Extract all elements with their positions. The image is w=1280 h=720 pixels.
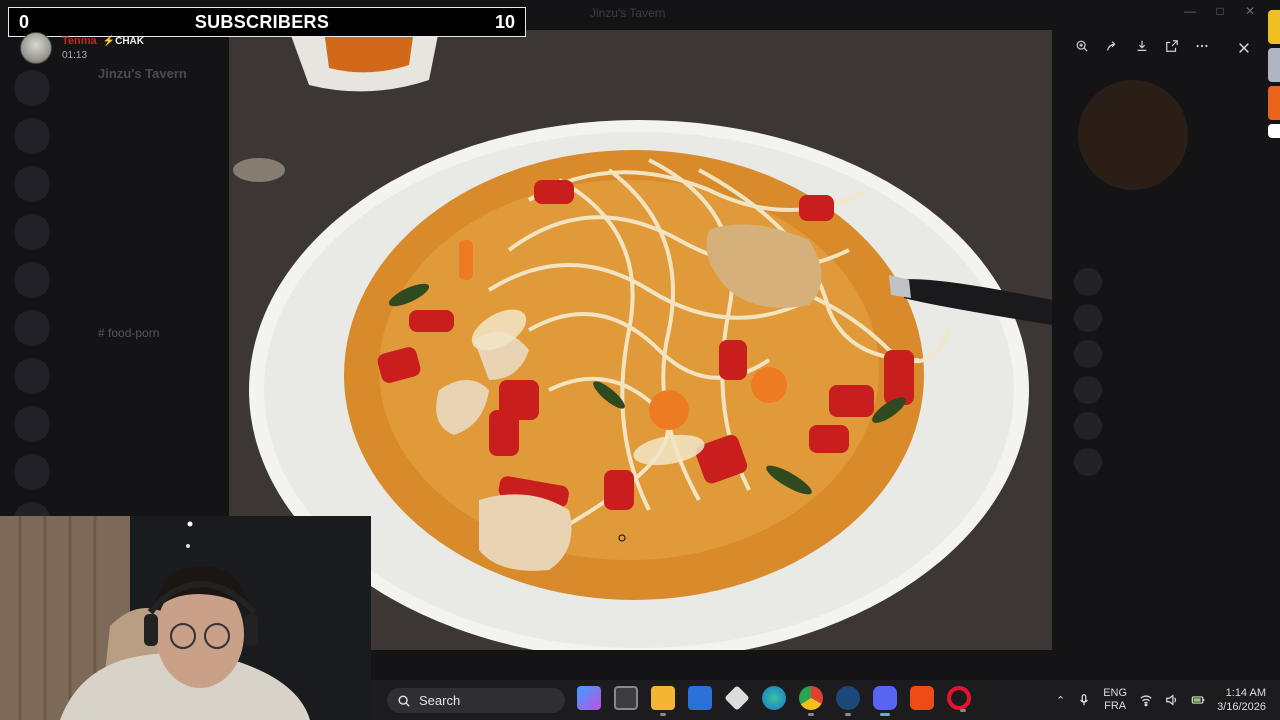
share-icon[interactable] <box>1105 39 1119 58</box>
viewer-close-button[interactable] <box>1230 34 1258 62</box>
window-close-icon[interactable]: ✕ <box>1244 4 1256 18</box>
discord-icon[interactable] <box>873 686 897 716</box>
language-primary: ENG <box>1103 687 1128 699</box>
battery-icon[interactable] <box>1191 693 1205 707</box>
clock-time: 1:14 AM <box>1225 687 1266 699</box>
taskbar-search-box[interactable]: Search <box>387 688 565 713</box>
steam-icon[interactable] <box>836 686 860 716</box>
zoom-in-icon[interactable] <box>1075 39 1089 58</box>
channel-list: Jinzu's Tavern # food-porn <box>72 66 232 459</box>
more-icon[interactable] <box>1195 39 1209 58</box>
streamer-illustration <box>0 516 371 720</box>
volume-icon[interactable] <box>1165 693 1179 707</box>
member-panel <box>1058 70 1258 480</box>
server-list <box>10 70 54 550</box>
subscriber-count: 0 <box>19 11 30 32</box>
close-icon <box>1239 43 1249 53</box>
copilot-icon[interactable] <box>577 686 601 710</box>
wifi-icon[interactable] <box>1139 693 1153 707</box>
chevron-up-icon[interactable]: ⌃ <box>1056 694 1065 707</box>
unity-icon[interactable] <box>724 685 750 711</box>
edge-icon[interactable] <box>762 686 786 710</box>
open-external-icon[interactable] <box>1165 39 1179 58</box>
task-view-icon[interactable] <box>614 686 638 710</box>
avatar <box>20 32 52 64</box>
subscriber-label: SUBSCRIBERS <box>194 11 330 32</box>
taskbar-pinned-apps <box>577 685 971 716</box>
taskbar: Search ⌃ ENG FRA 1:14 AM 3/16/2026 <box>371 680 1280 720</box>
maximize-icon[interactable]: □ <box>1214 4 1226 18</box>
screen: Jinzu's Tavern Jinzu's Tavern # food-por… <box>0 0 1280 720</box>
opera-icon[interactable] <box>947 686 971 712</box>
system-tray: ⌃ ENG FRA 1:14 AM 3/16/2026 <box>1056 680 1280 720</box>
edge-app-icon[interactable] <box>1268 86 1280 120</box>
download-icon[interactable] <box>1135 39 1149 58</box>
edge-app-strip <box>1268 10 1280 142</box>
subscriber-goal: 10 <box>494 11 515 32</box>
file-explorer-icon[interactable] <box>651 686 675 716</box>
edge-app-icon[interactable] <box>1268 124 1280 138</box>
channel-item-food-porn: # food-porn <box>98 326 160 340</box>
microphone-icon[interactable] <box>1077 693 1091 707</box>
microsoft-store-icon[interactable] <box>688 686 712 710</box>
clock[interactable]: 1:14 AM 3/16/2026 <box>1217 686 1266 714</box>
webcam-feed <box>0 516 371 720</box>
chrome-icon[interactable] <box>799 686 823 716</box>
edge-app-icon[interactable] <box>1268 10 1280 44</box>
latest-subscriber-name: Tenma <box>62 35 97 47</box>
language-secondary: FRA <box>1104 700 1127 712</box>
server-name: Jinzu's Tavern <box>98 66 187 81</box>
minimize-icon[interactable]: — <box>1184 4 1196 18</box>
latest-subscriber: Tenma ⚡CHAK 01:13 <box>20 32 144 64</box>
edge-app-icon[interactable] <box>1268 48 1280 82</box>
latest-subscriber-time: 01:13 <box>62 50 88 61</box>
latest-subscriber-tag: ⚡CHAK <box>102 35 144 47</box>
image-viewer-toolbar <box>1067 34 1217 62</box>
brave-icon[interactable] <box>910 686 934 710</box>
window-controls: — □ ✕ <box>1184 4 1256 18</box>
search-icon <box>398 694 410 707</box>
search-placeholder: Search <box>419 693 461 708</box>
clock-date: 3/16/2026 <box>1217 701 1266 713</box>
window-title: Jinzu's Tavern <box>590 6 666 20</box>
language-indicator[interactable]: ENG FRA <box>1103 687 1127 713</box>
